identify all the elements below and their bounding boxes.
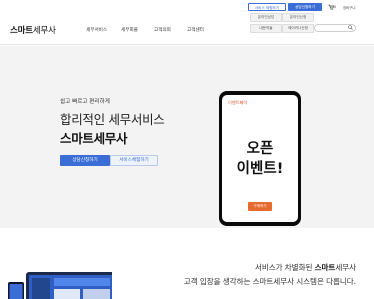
- section-title-post: 세무사: [335, 263, 356, 272]
- site-header: 스마트세무사 세무서비스 세무회플 고객의뢰 고객센터 서비스 체험하기 상담신…: [0, 0, 374, 45]
- search-input[interactable]: [314, 24, 356, 32]
- nav-customer-center[interactable]: 고객센터: [187, 27, 204, 33]
- consult-button[interactable]: 상담신청하기: [60, 155, 110, 166]
- trial-button[interactable]: 서비스체험하기: [110, 155, 158, 166]
- logo-rest: 세무사: [32, 26, 56, 36]
- hero-brand-title: 스마트세무사: [60, 131, 128, 146]
- site-logo[interactable]: 스마트세무사: [10, 24, 56, 36]
- section-title: 서비스가 차별화된 스마트세무사: [255, 262, 356, 273]
- cart-count: 0: [334, 4, 337, 9]
- chip-online-apply[interactable]: 온라인신청: [282, 13, 314, 22]
- chip-my-inquiries[interactable]: 내문의들: [250, 24, 282, 33]
- phone-screen: 이벤트페이 오픈 이벤트! 구매하기: [222, 95, 298, 222]
- header-trial-button[interactable]: 서비스 체험하기: [248, 3, 286, 11]
- header-consult-button[interactable]: 상담신청하기: [288, 3, 322, 11]
- nav-client-request[interactable]: 고객의뢰: [154, 27, 171, 33]
- event-label: 이벤트페이: [228, 100, 248, 105]
- section-title-bold: 스마트: [314, 263, 336, 272]
- event-cta-button[interactable]: 구매하기: [248, 202, 272, 211]
- hero-subtitle: 쉽고 빠르고 편리하게: [60, 99, 110, 105]
- section-title-pre: 서비스가 차별화된: [254, 263, 315, 272]
- chip-maker-apply[interactable]: 메이커나신청: [282, 24, 314, 33]
- event-line2: 이벤트!: [236, 161, 284, 177]
- nav-tax-service[interactable]: 세무서비스: [86, 27, 107, 33]
- nav-tax-meeting[interactable]: 세무회플: [121, 27, 138, 33]
- phone-mockup: 이벤트페이 오픈 이벤트! 구매하기: [219, 91, 301, 226]
- hero-section: [0, 46, 374, 228]
- logo-bold: 스마트: [10, 26, 33, 36]
- event-line1: 오픈: [246, 141, 274, 157]
- laptop-mockup-image: [8, 262, 116, 299]
- cart-label[interactable]: 장바구니: [343, 5, 355, 10]
- hero-title: 합리적인 세무서비스: [60, 112, 165, 127]
- chip-online-consult[interactable]: 온라인상담: [250, 13, 282, 22]
- section-subtitle: 고객 입장을 생각하는 스마트세무사 시스템은 다릅니다.: [183, 277, 356, 286]
- search-icon[interactable]: [348, 25, 353, 33]
